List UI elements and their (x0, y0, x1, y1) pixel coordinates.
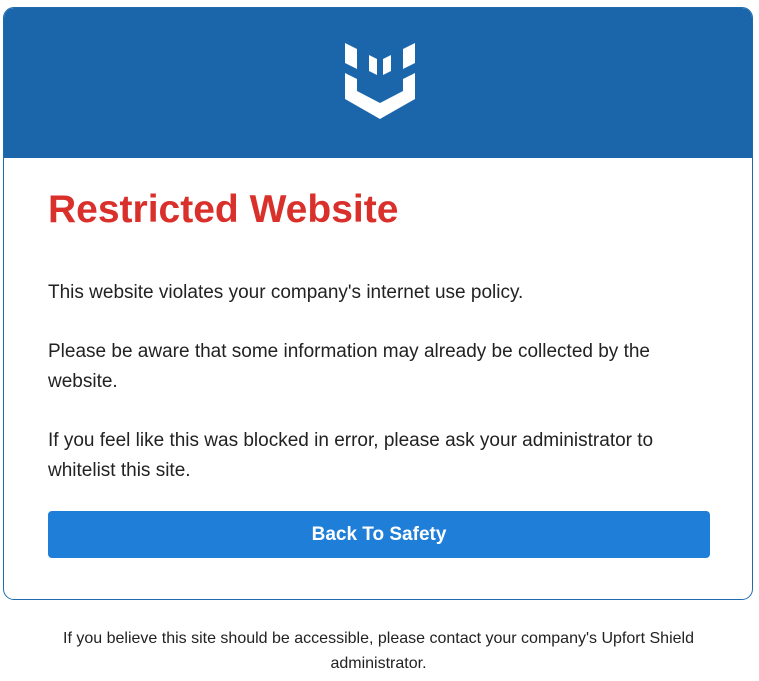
back-to-safety-button[interactable]: Back To Safety (48, 511, 710, 558)
upfort-shield-logo-icon (345, 43, 415, 119)
data-collection-warning-text: Please be aware that some information ma… (48, 341, 650, 392)
header-banner (4, 8, 752, 158)
page-title: Restricted Website (48, 188, 399, 231)
blocked-page-card: Restricted Website This website violates… (3, 7, 753, 600)
blocked-in-error-text: If you feel like this was blocked in err… (48, 430, 654, 481)
policy-violation-text: This website violates your company's int… (48, 282, 524, 303)
footer-contact-text: If you believe this site should be acces… (63, 630, 694, 672)
